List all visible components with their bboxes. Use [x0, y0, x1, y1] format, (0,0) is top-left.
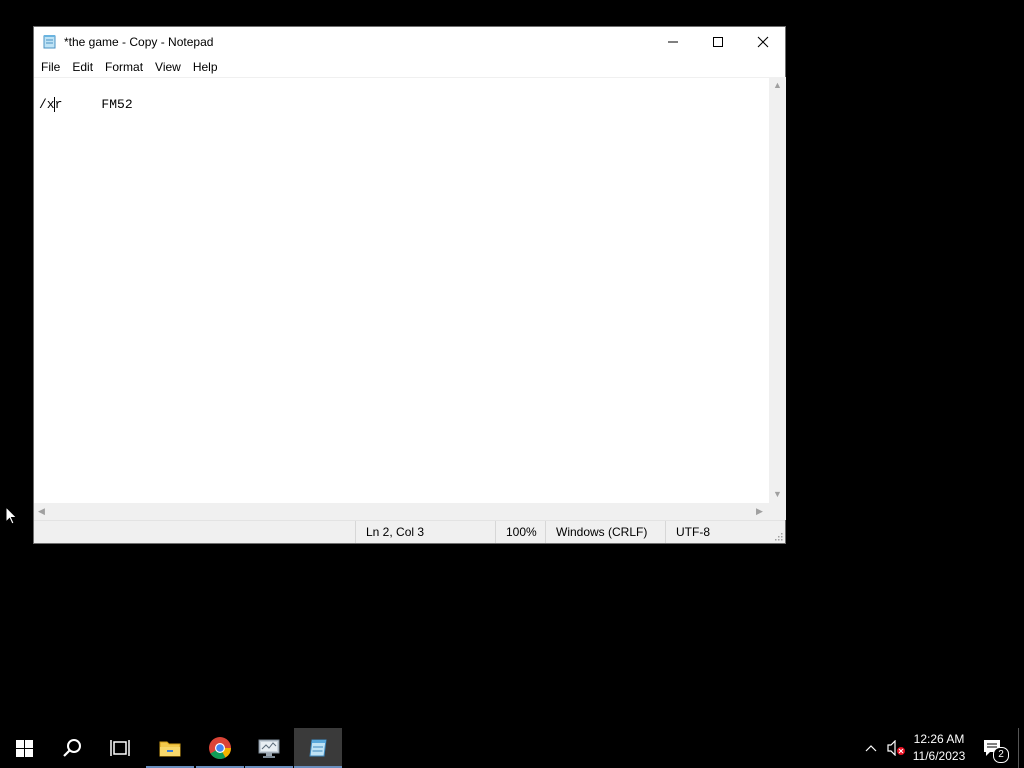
taskbar-notepad[interactable]	[294, 728, 342, 768]
status-line-endings: Windows (CRLF)	[545, 521, 665, 543]
folder-icon	[159, 741, 181, 757]
close-button[interactable]	[740, 27, 786, 57]
monitor-app-icon	[258, 739, 280, 758]
start-button[interactable]	[0, 728, 48, 768]
window-title: *the game - Copy - Notepad	[64, 35, 214, 49]
scroll-up-icon[interactable]: ▲	[773, 81, 782, 90]
task-view-icon	[110, 740, 130, 756]
show-hidden-icons-button[interactable]	[860, 728, 882, 768]
text-caret	[54, 97, 55, 112]
maximize-button[interactable]	[695, 27, 741, 57]
notepad-window: *the game - Copy - Notepad File Edit For…	[33, 26, 786, 544]
scroll-corner	[769, 503, 786, 520]
status-bar: Ln 2, Col 3 100% Windows (CRLF) UTF-8	[34, 520, 785, 543]
search-icon	[63, 739, 81, 757]
status-cursor-position: Ln 2, Col 3	[355, 521, 495, 543]
close-icon	[757, 36, 769, 48]
status-encoding: UTF-8	[665, 521, 775, 543]
clock-date: 11/6/2023	[912, 749, 966, 763]
horizontal-scrollbar[interactable]: ◀ ▶	[34, 503, 769, 520]
taskbar-monitor-app[interactable]	[245, 728, 293, 768]
action-center-button[interactable]: 2	[978, 728, 1009, 768]
task-view-button[interactable]	[96, 728, 144, 768]
menu-bar: File Edit Format View Help	[34, 57, 785, 77]
taskbar: 12:26 AM 11/6/2023 2	[0, 728, 1024, 768]
menu-edit[interactable]: Edit	[66, 57, 99, 77]
chevron-up-icon	[865, 745, 877, 752]
menu-view[interactable]: View	[149, 57, 187, 77]
mouse-pointer-icon	[5, 506, 18, 525]
menu-format[interactable]: Format	[99, 57, 149, 77]
chrome-icon	[209, 737, 231, 759]
search-button[interactable]	[48, 728, 96, 768]
volume-muted-icon	[887, 740, 905, 756]
clock-time: 12:26 AM	[913, 732, 965, 746]
text-editor[interactable]: /xr FM52	[34, 77, 769, 504]
scroll-down-icon[interactable]: ▼	[773, 490, 782, 499]
resize-grip-icon[interactable]	[773, 531, 783, 541]
title-bar[interactable]: *the game - Copy - Notepad	[34, 27, 785, 57]
clock[interactable]: 12:26 AM 11/6/2023	[910, 728, 968, 768]
volume-button[interactable]	[884, 728, 908, 768]
scroll-left-icon[interactable]: ◀	[38, 507, 45, 516]
minimize-button[interactable]	[650, 27, 696, 57]
taskbar-file-explorer[interactable]	[146, 728, 194, 768]
minimize-icon	[668, 41, 678, 43]
status-zoom: 100%	[495, 521, 545, 543]
notepad-icon	[43, 35, 56, 49]
notepad-icon	[309, 739, 327, 757]
scroll-right-icon[interactable]: ▶	[756, 507, 763, 516]
windows-logo-icon	[15, 739, 33, 757]
menu-file[interactable]: File	[35, 57, 66, 77]
taskbar-chrome[interactable]	[196, 728, 244, 768]
desktop: *the game - Copy - Notepad File Edit For…	[0, 0, 1024, 728]
maximize-icon	[713, 37, 723, 47]
show-desktop-button[interactable]	[1018, 728, 1024, 768]
vertical-scrollbar[interactable]: ▲ ▼	[769, 77, 786, 503]
notification-count-badge: 2	[993, 747, 1009, 763]
menu-help[interactable]: Help	[187, 57, 224, 77]
